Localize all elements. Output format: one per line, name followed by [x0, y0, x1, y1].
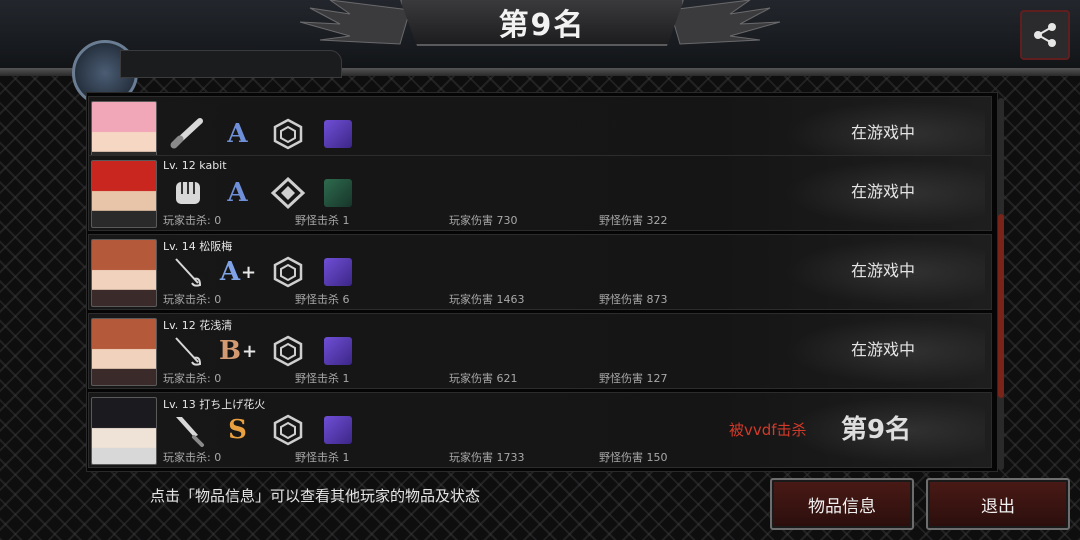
monster-damage: 野怪伤害 322: [599, 214, 668, 227]
bat-icon: [163, 117, 213, 151]
player-row[interactable]: Lv. 12 花浅清 B + 玩家击杀: 0 野怪击杀 1 玩家伤害 621 野怪…: [88, 313, 992, 389]
grade-letter: A: [227, 119, 248, 149]
rapier-icon: [163, 255, 213, 289]
share-button[interactable]: [1020, 10, 1070, 60]
purple-beast-icon: [313, 413, 363, 447]
player-kills: 玩家击杀: 0: [163, 293, 222, 306]
exit-button[interactable]: 退出: [926, 478, 1070, 530]
player-damage: 玩家伤害 621: [449, 372, 518, 385]
player-portrait[interactable]: [91, 318, 157, 386]
grade-badge: B +: [213, 334, 263, 368]
hexagon-emblem-icon: [263, 413, 313, 447]
monster-kills: 野怪击杀 1: [295, 214, 350, 227]
purple-beast-icon: [313, 255, 363, 289]
player-portrait[interactable]: [91, 239, 157, 307]
fist-icon: [163, 176, 213, 210]
monster-damage: 野怪伤害 873: [599, 293, 668, 306]
grade-letter: B: [218, 336, 241, 366]
player-level-name: Lv. 12 花浅清: [163, 319, 233, 332]
monster-kills: 野怪击杀 6: [295, 293, 350, 306]
player-level-name: Lv. 14 松阪梅: [163, 240, 233, 253]
grade-letter: S: [228, 415, 247, 445]
player-loadout: S: [163, 413, 363, 447]
monster-kills: 野怪击杀 1: [295, 372, 350, 385]
hint-text: 点击「物品信息」可以查看其他玩家的物品及状态: [150, 487, 481, 505]
player-loadout: A: [163, 176, 363, 210]
grade-badge: S: [213, 413, 263, 447]
player-status: 在游戏中: [850, 340, 915, 359]
monster-damage: 野怪伤害 150: [599, 451, 668, 464]
player-row[interactable]: Lv. 12 kabit A 玩家击杀: 0 野怪击杀 1 玩家伤害 730 野…: [88, 155, 992, 231]
purple-beast-icon: [313, 334, 363, 368]
hexagon-emblem-icon: [263, 255, 313, 289]
player-status: 在游戏中: [850, 182, 915, 201]
grade-badge: A: [213, 117, 263, 151]
player-name-plate: [120, 50, 342, 78]
killed-by-text: 被vvdf击杀: [729, 421, 807, 439]
player-kills: 玩家击杀: 0: [163, 214, 222, 227]
monster-damage: 野怪伤害 127: [599, 372, 668, 385]
player-damage: 玩家伤害 730: [449, 214, 518, 227]
player-status: 在游戏中: [850, 261, 915, 280]
right-wing-emblem-icon: [670, 0, 781, 45]
hexagon-emblem-icon: [263, 334, 313, 368]
player-level-name: Lv. 12 kabit: [163, 159, 227, 172]
monster-kills: 野怪击杀 1: [295, 451, 350, 464]
player-level-name: Lv. 13 打ち上げ花火: [163, 398, 266, 411]
player-rank: 第9名: [841, 415, 912, 445]
knife-icon: [163, 413, 213, 447]
green-creature-icon: [313, 176, 363, 210]
player-row[interactable]: Lv. 14 松阪梅 A + 玩家击杀: 0 野怪击杀 6 玩家伤害 1463 野…: [88, 234, 992, 310]
player-loadout: A: [163, 117, 363, 151]
page-title: 第9名: [498, 8, 586, 43]
scrollbar-thumb[interactable]: [998, 214, 1004, 398]
grade-plus: +: [241, 340, 258, 362]
player-portrait[interactable]: [91, 397, 157, 465]
share-icon: [1034, 23, 1056, 47]
rapier-icon: [163, 334, 213, 368]
purple-beast-icon: [313, 117, 363, 151]
title-plate: 第9名: [400, 0, 684, 46]
grade-badge: A +: [213, 255, 263, 289]
item-info-button[interactable]: 物品信息: [770, 478, 914, 530]
grade-badge: A: [213, 176, 263, 210]
player-damage: 玩家伤害 1733: [449, 451, 525, 464]
player-kills: 玩家击杀: 0: [163, 451, 222, 464]
grade-plus: +: [241, 261, 257, 283]
hexagon-emblem-icon: [263, 117, 313, 151]
player-loadout: A +: [163, 255, 363, 289]
player-kills: 玩家击杀: 0: [163, 372, 222, 385]
grade-letter: A: [219, 257, 241, 287]
player-status: 在游戏中: [850, 123, 915, 142]
player-portrait[interactable]: [91, 160, 157, 228]
player-loadout: B +: [163, 334, 363, 368]
grade-letter: A: [227, 178, 248, 208]
player-row[interactable]: Lv. 13 打ち上げ花火 S 玩家击杀: 0 野怪击杀 1 玩家伤害 1733…: [88, 392, 992, 468]
diamond-emblem-icon: [263, 176, 313, 210]
player-damage: 玩家伤害 1463: [449, 293, 525, 306]
